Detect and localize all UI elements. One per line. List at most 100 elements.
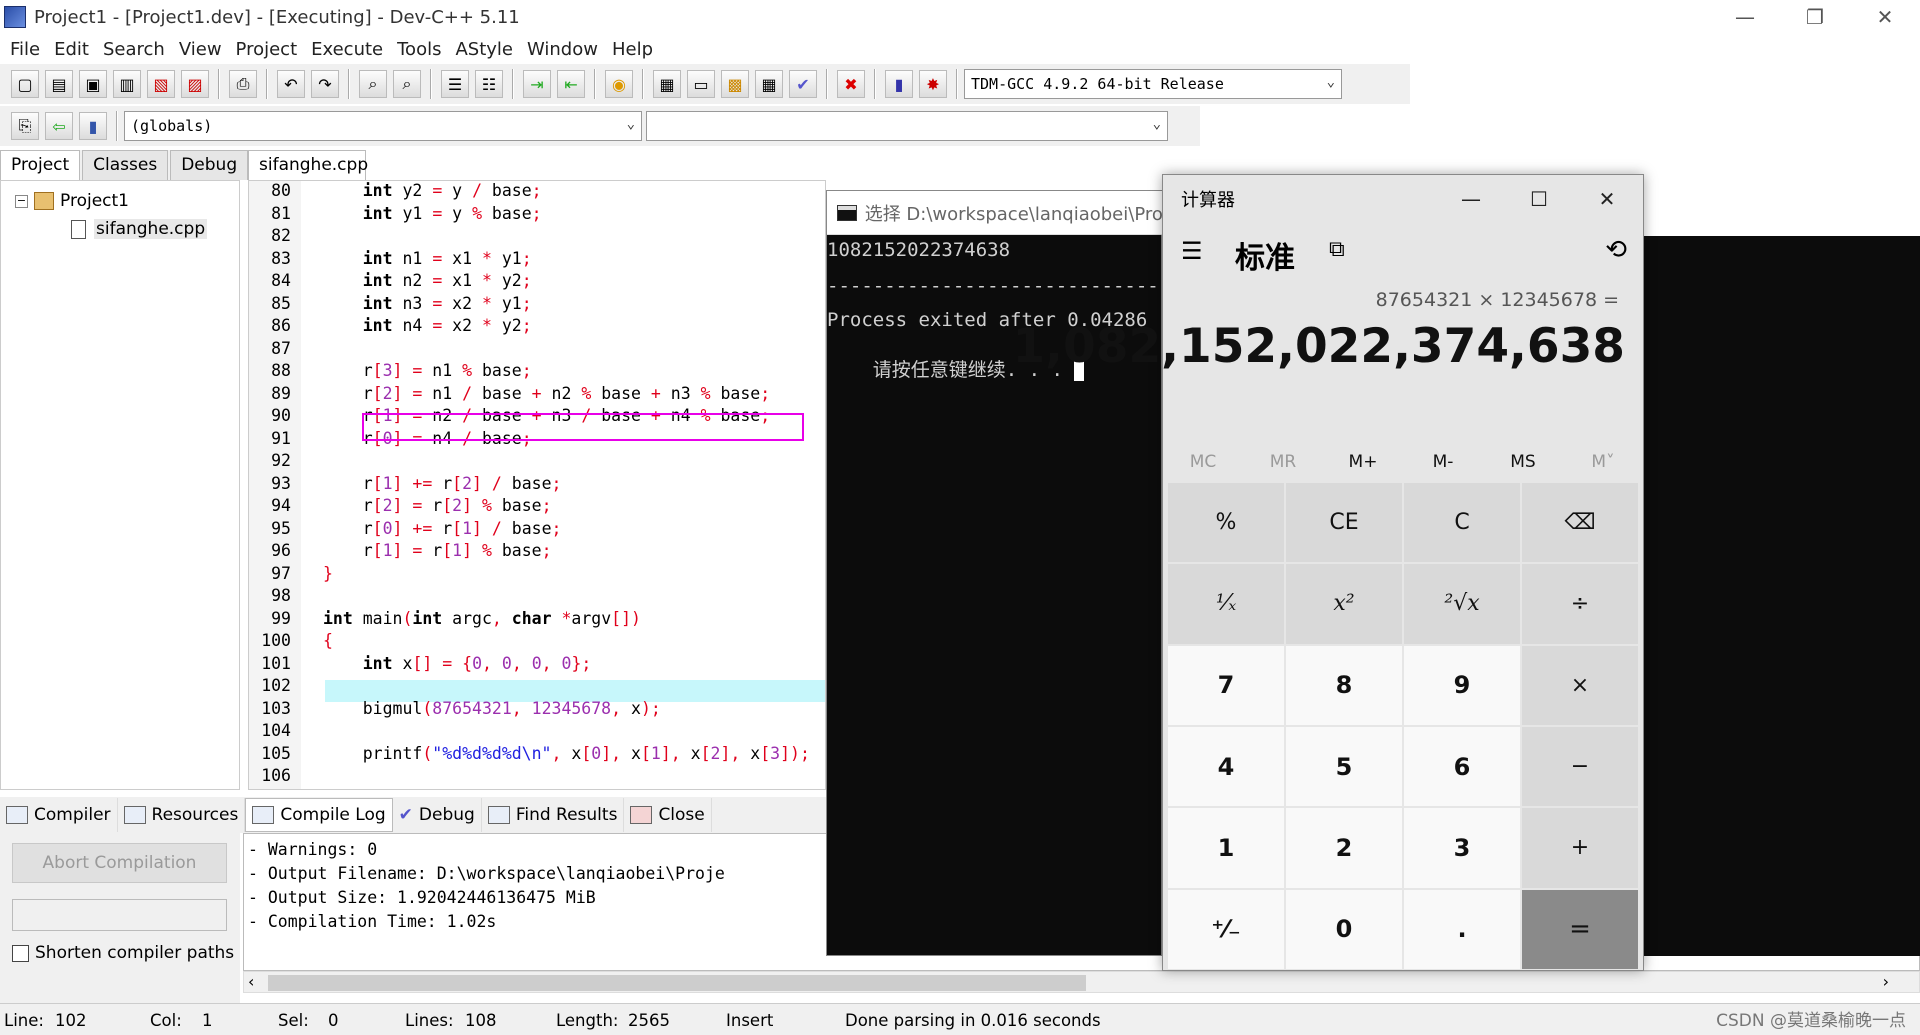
- abort-compilation-button[interactable]: Abort Compilation: [12, 843, 227, 883]
- menu-project[interactable]: Project: [236, 39, 298, 60]
- replace-icon[interactable]: ⌕: [393, 70, 421, 98]
- goto-icon[interactable]: ⇥: [523, 70, 551, 98]
- divide-button[interactable]: ÷: [1522, 564, 1638, 644]
- multiply-button[interactable]: ×: [1522, 645, 1638, 725]
- digit-1-button[interactable]: 1: [1168, 808, 1284, 888]
- memory-subtract-button[interactable]: M-: [1403, 437, 1483, 487]
- print-icon[interactable]: ⎙: [229, 70, 257, 98]
- square-button[interactable]: x²: [1286, 564, 1402, 644]
- calc-maximize-button[interactable]: ☐: [1505, 175, 1573, 223]
- memory-clear-button[interactable]: MC: [1163, 437, 1243, 487]
- memory-recall-button[interactable]: MR: [1243, 437, 1323, 487]
- digit-9-button[interactable]: 9: [1404, 645, 1520, 725]
- editor-tab-sifanghe[interactable]: sifanghe.cpp: [248, 150, 368, 180]
- scroll-right-icon[interactable]: ›: [1883, 972, 1889, 991]
- subtract-button[interactable]: −: [1522, 727, 1638, 807]
- back-icon[interactable]: ⇤: [557, 70, 585, 98]
- digit-6-button[interactable]: 6: [1404, 727, 1520, 807]
- delete-profile-icon[interactable]: ✸: [919, 70, 947, 98]
- scroll-thumb[interactable]: [268, 975, 1086, 991]
- rebuild-icon[interactable]: ▦: [755, 70, 783, 98]
- menu-edit[interactable]: Edit: [54, 39, 89, 60]
- digit-2-button[interactable]: 2: [1286, 808, 1402, 888]
- code-editor[interactable]: 80 int y2 = y / base; 81 int y1 = y % bas…: [248, 180, 826, 790]
- digit-5-button[interactable]: 5: [1286, 727, 1402, 807]
- open-icon[interactable]: ▤: [45, 70, 73, 98]
- scope-select[interactable]: (globals) ⌄: [124, 111, 642, 141]
- restore-button[interactable]: ❐: [1780, 0, 1850, 34]
- minimize-button[interactable]: —: [1710, 0, 1780, 34]
- tab-close[interactable]: Close: [624, 798, 712, 832]
- compile-icon[interactable]: ▦: [653, 70, 681, 98]
- indent-icon[interactable]: ☰: [441, 70, 469, 98]
- unindent-icon[interactable]: ☷: [475, 70, 503, 98]
- save-icon[interactable]: ▣: [79, 70, 107, 98]
- tree-file-node[interactable]: sifanghe.cpp: [71, 219, 208, 239]
- memory-list-button[interactable]: M˅: [1563, 437, 1643, 487]
- equals-button[interactable]: =: [1522, 889, 1638, 969]
- close-all-icon[interactable]: ▨: [181, 70, 209, 98]
- goto-bookmark-icon[interactable]: ▮: [79, 112, 107, 140]
- check-syntax-icon[interactable]: ✔: [789, 70, 817, 98]
- tab-resources[interactable]: Resources: [118, 798, 246, 832]
- find-icon[interactable]: ⌕: [359, 70, 387, 98]
- menu-astyle[interactable]: AStyle: [455, 39, 513, 60]
- backspace-button[interactable]: ⌫: [1522, 483, 1638, 563]
- keep-on-top-icon[interactable]: ⧉: [1329, 237, 1345, 262]
- digit-3-button[interactable]: 3: [1404, 808, 1520, 888]
- shorten-paths-checkbox[interactable]: Shorten compiler paths: [12, 943, 234, 963]
- run-icon[interactable]: ▭: [687, 70, 715, 98]
- clear-entry-button[interactable]: CE: [1286, 483, 1402, 563]
- calculator-window[interactable]: 计算器 — ☐ ✕ ☰ 标准 ⧉ ⟲ 87654321 × 12345678 =…: [1012, 174, 1644, 971]
- close-button[interactable]: ✕: [1850, 0, 1920, 34]
- bookmark-icon[interactable]: ◉: [605, 70, 633, 98]
- menu-search[interactable]: Search: [103, 39, 165, 60]
- history-icon[interactable]: ⟲: [1605, 235, 1627, 265]
- member-select[interactable]: ⌄: [646, 111, 1168, 141]
- collapse-icon[interactable]: −: [15, 194, 28, 208]
- menu-execute[interactable]: Execute: [311, 39, 383, 60]
- tab-compiler[interactable]: Compiler: [0, 798, 118, 832]
- square-root-button[interactable]: ²√x: [1404, 564, 1520, 644]
- digit-8-button[interactable]: 8: [1286, 645, 1402, 725]
- calc-minimize-button[interactable]: —: [1437, 175, 1505, 223]
- tab-classes[interactable]: Classes: [82, 150, 169, 180]
- tab-compile-log[interactable]: Compile Log: [245, 798, 393, 832]
- tab-project[interactable]: Project: [0, 150, 81, 180]
- tab-debug-output[interactable]: ✔ Debug: [393, 798, 482, 832]
- tab-debug[interactable]: Debug: [170, 150, 249, 180]
- console-window[interactable]: 选择 D:\workspace\lanqiaobei\Proj 10821520…: [826, 190, 1193, 956]
- redo-icon[interactable]: ↷: [311, 70, 339, 98]
- stop-icon[interactable]: ✖: [837, 70, 865, 98]
- new-file-icon[interactable]: ▢: [11, 70, 39, 98]
- menu-view[interactable]: View: [179, 39, 222, 60]
- save-all-icon[interactable]: ▥: [113, 70, 141, 98]
- negate-button[interactable]: ⁺⁄₋: [1168, 889, 1284, 969]
- digit-0-button[interactable]: 0: [1286, 889, 1402, 969]
- profile-icon[interactable]: ▮: [885, 70, 913, 98]
- reciprocal-button[interactable]: ¹⁄ₓ: [1168, 564, 1284, 644]
- digit-4-button[interactable]: 4: [1168, 727, 1284, 807]
- hamburger-menu-icon[interactable]: ☰: [1181, 237, 1203, 265]
- clear-button[interactable]: C: [1404, 483, 1520, 563]
- menu-help[interactable]: Help: [612, 39, 653, 60]
- log-horizontal-scrollbar[interactable]: ‹ ›: [243, 971, 1920, 993]
- compile-run-icon[interactable]: ▩: [721, 70, 749, 98]
- percent-button[interactable]: %: [1168, 483, 1284, 563]
- decimal-button[interactable]: .: [1404, 889, 1520, 969]
- compiler-select[interactable]: TDM-GCC 4.9.2 64-bit Release ⌄: [964, 69, 1342, 99]
- undo-icon[interactable]: ↶: [277, 70, 305, 98]
- scroll-left-icon[interactable]: ‹: [248, 972, 254, 991]
- menu-file[interactable]: File: [10, 39, 40, 60]
- memory-add-button[interactable]: M+: [1323, 437, 1403, 487]
- tree-project-node[interactable]: − Project1: [15, 191, 129, 211]
- menu-tools[interactable]: Tools: [397, 39, 441, 60]
- checkbox-icon[interactable]: [12, 944, 29, 962]
- toggle-bookmark-icon[interactable]: ⇦: [45, 112, 73, 140]
- add-button[interactable]: +: [1522, 808, 1638, 888]
- tab-find-results[interactable]: Find Results: [482, 798, 625, 832]
- memory-store-button[interactable]: MS: [1483, 437, 1563, 487]
- insert-icon[interactable]: ⎘: [11, 112, 39, 140]
- calc-close-button[interactable]: ✕: [1573, 175, 1641, 223]
- menu-window[interactable]: Window: [527, 39, 598, 60]
